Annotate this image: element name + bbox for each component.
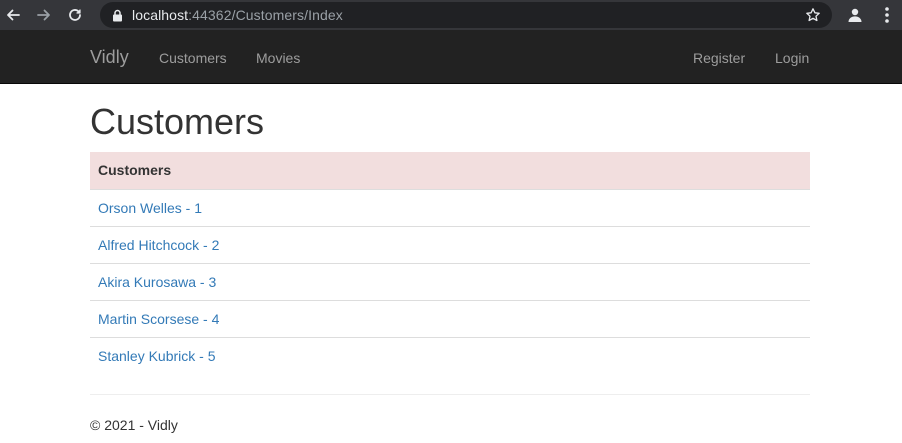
table-cell: Akira Kurosawa - 3 (90, 263, 810, 301)
table-row: Orson Welles - 1 (90, 189, 810, 227)
url-host: localhost (132, 7, 189, 23)
customers-table: Customers Orson Welles - 1 Alfred Hitchc… (90, 152, 810, 374)
table-row: Akira Kurosawa - 3 (90, 263, 810, 301)
app-navbar: Vidly Customers Movies Register Login (0, 30, 902, 84)
lock-icon[interactable] (112, 9, 123, 22)
table-cell: Martin Scorsese - 4 (90, 300, 810, 338)
customer-link[interactable]: Akira Kurosawa - 3 (98, 274, 216, 290)
table-cell: Stanley Kubrick - 5 (90, 337, 810, 374)
address-bar[interactable]: localhost:44362/Customers/Index (100, 2, 832, 28)
url-path: :44362/Customers/Index (188, 7, 343, 23)
footer-divider (90, 394, 810, 395)
browser-toolbar: localhost:44362/Customers/Index (0, 0, 902, 30)
table-cell: Alfred Hitchcock - 2 (90, 226, 810, 264)
customer-link[interactable]: Martin Scorsese - 4 (98, 311, 219, 327)
footer-copyright: © 2021 - Vidly (90, 417, 178, 433)
customer-link[interactable]: Stanley Kubrick - 5 (98, 348, 216, 364)
brand-link[interactable]: Vidly (90, 47, 129, 68)
table-row: Alfred Hitchcock - 2 (90, 226, 810, 264)
nav-link-movies[interactable]: Movies (256, 50, 300, 66)
back-arrow-icon[interactable] (2, 4, 24, 26)
table-row: Martin Scorsese - 4 (90, 300, 810, 338)
nav-link-login[interactable]: Login (775, 50, 809, 66)
customer-link[interactable]: Alfred Hitchcock - 2 (98, 237, 219, 253)
kebab-menu-icon[interactable] (878, 5, 896, 25)
column-header-customers: Customers (90, 152, 810, 190)
profile-icon[interactable] (844, 4, 866, 26)
forward-arrow-icon[interactable] (33, 4, 55, 26)
customer-link[interactable]: Orson Welles - 1 (98, 200, 202, 216)
page-title: Customers (90, 101, 265, 142)
table-row: Stanley Kubrick - 5 (90, 337, 810, 374)
table-header-row: Customers (90, 152, 810, 190)
reload-icon[interactable] (64, 4, 86, 26)
nav-link-register[interactable]: Register (693, 50, 745, 66)
star-icon[interactable] (804, 6, 822, 24)
table-cell: Orson Welles - 1 (90, 189, 810, 227)
nav-link-customers[interactable]: Customers (159, 50, 227, 66)
